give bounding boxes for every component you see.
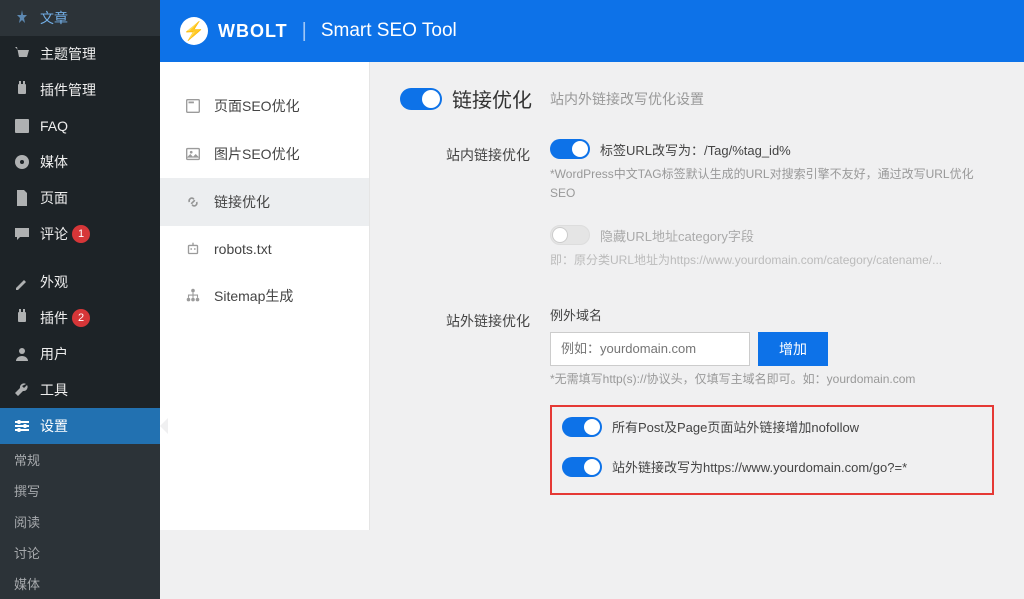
- sidebar-item-plugins[interactable]: 插件2: [0, 300, 160, 336]
- internal-link-row: 站内链接优化 标签URL改写为：/Tag/%tag_id% *WordPress…: [400, 139, 994, 271]
- tag-url-hint: *WordPress中文TAG标签默认生成的URL对搜索引擎不友好，通过改写UR…: [550, 165, 994, 203]
- tab-page-seo[interactable]: 页面SEO优化: [160, 82, 369, 130]
- tab-robots[interactable]: robots.txt: [160, 226, 369, 272]
- sidebar-label: 媒体: [40, 152, 68, 172]
- faq-icon: [12, 116, 32, 136]
- sidebar-label: 外观: [40, 272, 68, 292]
- page-icon: [184, 97, 202, 115]
- page-icon: [12, 188, 32, 208]
- brush-icon: [12, 272, 32, 292]
- wp-admin-sidebar: 文章 主题管理 插件管理 FAQ 媒体 页面 评论1 外观 插件2 用户 工具 …: [0, 0, 160, 530]
- section-header: 链接优化 站内外链接改写优化设置: [400, 84, 994, 113]
- badge: 1: [72, 225, 90, 243]
- sidebar-item-tools[interactable]: 工具: [0, 372, 160, 408]
- sidebar-label: 页面: [40, 188, 68, 208]
- link-icon: [184, 193, 202, 211]
- sidebar-item-plugin-mgmt[interactable]: 插件管理: [0, 72, 160, 108]
- submenu-media[interactable]: 媒体: [0, 568, 160, 599]
- plugin-icon: [12, 308, 32, 328]
- comment-icon: [12, 224, 32, 244]
- plug-icon: [12, 80, 32, 100]
- sidebar-item-theme[interactable]: 主题管理: [0, 36, 160, 72]
- tag-url-toggle[interactable]: [550, 139, 590, 159]
- section-toggle[interactable]: [400, 88, 442, 110]
- media-icon: [12, 152, 32, 172]
- domain-exception-label: 例外域名: [550, 305, 994, 324]
- category-label: 隐藏URL地址category字段: [600, 226, 754, 245]
- section-title: 链接优化: [452, 84, 532, 113]
- settings-panel: 链接优化 站内外链接改写优化设置 站内链接优化 标签URL改写为：/Tag/%t…: [370, 62, 1024, 530]
- sidebar-item-media[interactable]: 媒体: [0, 144, 160, 180]
- tab-label: 图片SEO优化: [214, 144, 300, 164]
- plugin-banner: ⚡ WBOLT | Smart SEO Tool: [160, 0, 1024, 62]
- tab-label: robots.txt: [214, 241, 272, 257]
- submenu-writing[interactable]: 撰写: [0, 475, 160, 506]
- category-hint: 即：原分类URL地址为https://www.yourdomain.com/ca…: [550, 251, 994, 270]
- main-area: ⚡ WBOLT | Smart SEO Tool 页面SEO优化 图片SEO优化…: [160, 0, 1024, 530]
- plugin-subnav: 页面SEO优化 图片SEO优化 链接优化 robots.txt Sitemap生…: [160, 62, 370, 530]
- robot-icon: [184, 240, 202, 258]
- sidebar-item-faq[interactable]: FAQ: [0, 108, 160, 144]
- badge: 2: [72, 309, 90, 327]
- image-icon: [184, 145, 202, 163]
- sidebar-item-comments[interactable]: 评论1: [0, 216, 160, 252]
- tag-url-label: 标签URL改写为：/Tag/%tag_id%: [600, 140, 791, 159]
- sidebar-label: 用户: [40, 344, 68, 364]
- field-label: 站外链接优化: [400, 305, 550, 331]
- tab-label: 链接优化: [214, 192, 270, 212]
- go-redirect-label: 站外链接改写为https://www.yourdomain.com/go?=*: [612, 457, 907, 476]
- sidebar-label: 主题管理: [40, 44, 96, 64]
- domain-hint: *无需填写http(s)://协议头，仅填写主域名即可。如：yourdomain…: [550, 370, 994, 389]
- sidebar-item-users[interactable]: 用户: [0, 336, 160, 372]
- domain-input[interactable]: [550, 332, 750, 366]
- category-toggle[interactable]: [550, 225, 590, 245]
- sidebar-item-posts[interactable]: 文章: [0, 0, 160, 36]
- user-icon: [12, 344, 32, 364]
- content-wrap: 页面SEO优化 图片SEO优化 链接优化 robots.txt Sitemap生…: [160, 62, 1024, 530]
- nofollow-toggle[interactable]: [562, 417, 602, 437]
- sidebar-label: 设置: [40, 416, 68, 436]
- sidebar-label: FAQ: [40, 118, 68, 134]
- wbolt-logo-icon: ⚡: [180, 17, 208, 45]
- tab-label: 页面SEO优化: [214, 96, 300, 116]
- submenu-reading[interactable]: 阅读: [0, 506, 160, 537]
- tab-image-seo[interactable]: 图片SEO优化: [160, 130, 369, 178]
- tab-link-opt[interactable]: 链接优化: [160, 178, 369, 226]
- gear-icon: [12, 416, 32, 436]
- pin-icon: [12, 8, 32, 28]
- sidebar-label: 评论: [40, 224, 68, 244]
- tool-icon: [12, 380, 32, 400]
- sitemap-icon: [184, 287, 202, 305]
- add-domain-button[interactable]: 增加: [758, 332, 828, 366]
- submenu-discussion[interactable]: 讨论: [0, 537, 160, 568]
- tab-label: Sitemap生成: [214, 286, 293, 306]
- tab-sitemap[interactable]: Sitemap生成: [160, 272, 369, 320]
- sidebar-item-pages[interactable]: 页面: [0, 180, 160, 216]
- external-link-row: 站外链接优化 例外域名 增加 *无需填写http(s)://协议头，仅填写主域名…: [400, 305, 994, 495]
- sidebar-label: 文章: [40, 8, 68, 28]
- nofollow-label: 所有Post及Page页面站外链接增加nofollow: [612, 417, 859, 436]
- sidebar-label: 工具: [40, 380, 68, 400]
- cart-icon: [12, 44, 32, 64]
- highlighted-box: 所有Post及Page页面站外链接增加nofollow 站外链接改写为https…: [550, 405, 994, 495]
- sidebar-label: 插件管理: [40, 80, 96, 100]
- sidebar-item-settings[interactable]: 设置: [0, 408, 160, 444]
- section-desc: 站内外链接改写优化设置: [550, 89, 704, 109]
- brand-name: WBOLT: [218, 21, 288, 42]
- plugin-title: Smart SEO Tool: [321, 20, 457, 42]
- sidebar-item-appearance[interactable]: 外观: [0, 264, 160, 300]
- submenu-general[interactable]: 常规: [0, 444, 160, 475]
- go-redirect-toggle[interactable]: [562, 457, 602, 477]
- sidebar-label: 插件: [40, 308, 68, 328]
- field-label: 站内链接优化: [400, 139, 550, 165]
